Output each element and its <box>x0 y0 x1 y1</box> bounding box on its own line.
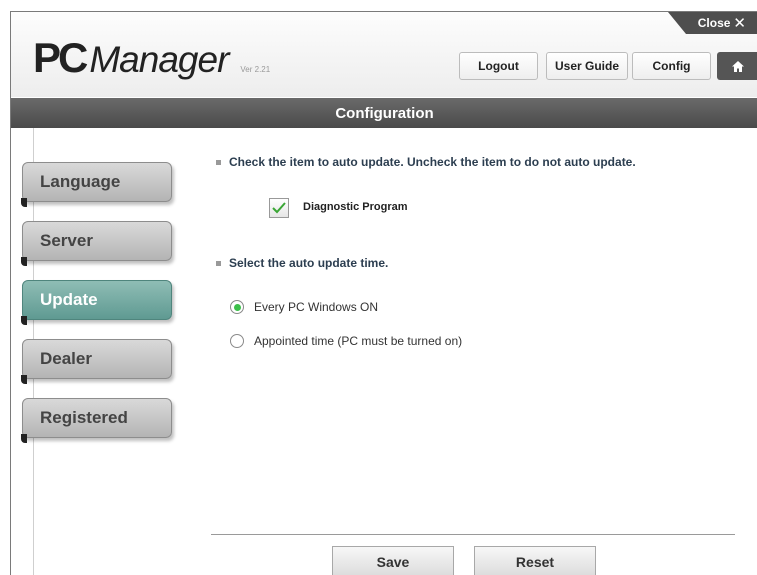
auto-update-instruction-text: Check the item to auto update. Uncheck t… <box>229 155 636 169</box>
close-button[interactable]: Close ✕ <box>668 12 757 34</box>
footer-divider <box>211 534 735 535</box>
time-instruction-text: Select the auto update time. <box>229 256 389 270</box>
sidebar-item-label: Registered <box>40 408 128 427</box>
tab-notch <box>21 316 27 325</box>
reset-button[interactable]: Reset <box>474 546 596 575</box>
diagnostic-program-label: Diagnostic Program <box>303 201 408 213</box>
save-button[interactable]: Save <box>332 546 454 575</box>
sidebar-item-label: Dealer <box>40 349 92 368</box>
app-logo: PC Manager Ver 2.21 <box>33 34 271 81</box>
radio-every-pc-windows-on-label: Every PC Windows ON <box>254 300 379 314</box>
app-window: Close ✕ PC Manager Ver 2.21 Logout User … <box>10 11 757 575</box>
close-label: Close <box>697 16 731 30</box>
radio-appointed-time[interactable] <box>230 334 244 348</box>
page-title: Configuration <box>11 98 757 128</box>
header: Close ✕ PC Manager Ver 2.21 Logout User … <box>11 12 757 97</box>
logo-pc-text: PC <box>33 34 88 81</box>
diagnostic-program-checkbox[interactable] <box>269 198 289 218</box>
tab-notch <box>21 375 27 384</box>
tab-notch <box>21 257 27 266</box>
config-button[interactable]: Config <box>632 52 711 80</box>
auto-update-instruction: Check the item to auto update. Uncheck t… <box>216 155 636 169</box>
tab-notch <box>21 434 27 443</box>
bullet-icon <box>216 260 221 266</box>
sidebar-item-registered[interactable]: Registered <box>21 398 172 443</box>
time-instruction: Select the auto update time. <box>216 256 388 270</box>
sidebar-item-label: Server <box>40 231 93 250</box>
home-button[interactable] <box>717 52 757 80</box>
version-label: Ver 2.21 <box>240 65 271 74</box>
close-icon: ✕ <box>733 14 746 32</box>
sidebar-item-update[interactable]: Update <box>21 280 172 325</box>
sidebar-item-dealer[interactable]: Dealer <box>21 339 172 384</box>
user-guide-button[interactable]: User Guide <box>546 52 628 80</box>
radio-every-pc-windows-on[interactable] <box>230 300 244 314</box>
sidebar-item-label: Update <box>40 290 98 309</box>
checkmark-icon <box>272 202 286 214</box>
radio-selected-dot <box>233 303 241 311</box>
sidebar-item-language[interactable]: Language <box>21 162 172 207</box>
main-content: Check the item to auto update. Uncheck t… <box>211 128 751 575</box>
tab-notch <box>21 198 27 207</box>
home-icon <box>731 60 744 72</box>
radio-appointed-time-label: Appointed time (PC must be turned on) <box>254 334 463 348</box>
sidebar-item-label: Language <box>40 172 121 191</box>
logout-button[interactable]: Logout <box>459 52 538 80</box>
logo-manager-text: Manager <box>89 39 229 80</box>
sidebar-item-server[interactable]: Server <box>21 221 172 266</box>
bullet-icon <box>216 159 221 165</box>
